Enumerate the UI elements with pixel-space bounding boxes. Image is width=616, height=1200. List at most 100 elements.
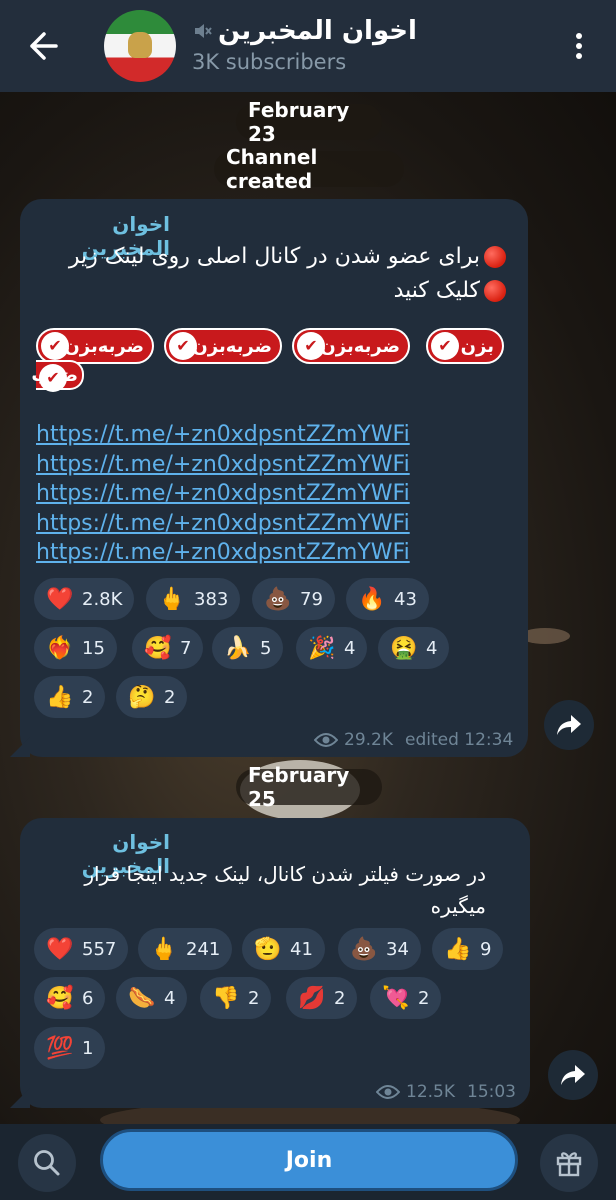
share-button[interactable] bbox=[544, 700, 594, 750]
poop-icon: 💩 bbox=[264, 586, 292, 612]
message-text-line: برای عضو شدن در کانال اصلی روی لینک زیر bbox=[68, 244, 480, 269]
hot-dog-icon: 🌭 bbox=[128, 985, 156, 1011]
channel-title: اخوان المخبرین bbox=[218, 16, 417, 46]
share-button[interactable] bbox=[548, 1050, 598, 1100]
heart-on-fire-icon: ❤️‍🔥 bbox=[46, 635, 74, 661]
smiling-hearts-icon: 🥰 bbox=[46, 985, 74, 1011]
search-button[interactable] bbox=[18, 1134, 76, 1192]
banana-icon: 🍌 bbox=[224, 635, 252, 661]
reaction-chip[interactable]: 👍 9 bbox=[432, 928, 504, 970]
reaction-count: 9 bbox=[480, 938, 492, 960]
link-list: https://t.me/+zn0xdpsntZZmYWFi https://t… bbox=[36, 420, 410, 568]
badge-label: ضربه‌بزن bbox=[64, 335, 144, 357]
badge-label: ضربه‌بزن bbox=[320, 335, 400, 357]
more-menu-button[interactable] bbox=[564, 28, 594, 64]
channel-avatar[interactable] bbox=[104, 10, 176, 82]
party-popper-icon: 🎉 bbox=[308, 635, 336, 661]
reaction-chip[interactable]: ❤️ 2.8K bbox=[34, 578, 135, 620]
reaction-chip[interactable]: 🍌 5 bbox=[212, 627, 284, 669]
custom-emoji-badge: ضربه‌بزن bbox=[164, 328, 282, 364]
reaction-count: 2 bbox=[82, 686, 94, 708]
chat-header: اخوان المخبرین 3K subscribers bbox=[0, 0, 616, 92]
reaction-count: 2 bbox=[248, 987, 260, 1009]
invite-link[interactable]: https://t.me/+zn0xdpsntZZmYWFi bbox=[36, 420, 410, 450]
heart-icon: ❤️ bbox=[46, 936, 74, 962]
reaction-count: 79 bbox=[300, 588, 323, 610]
thumbs-up-icon: 👍 bbox=[46, 684, 74, 710]
invite-link[interactable]: https://t.me/+zn0xdpsntZZmYWFi bbox=[36, 538, 410, 568]
back-button[interactable] bbox=[22, 28, 66, 64]
join-channel-button[interactable]: Join bbox=[100, 1129, 518, 1191]
fire-icon: 🔥 bbox=[358, 586, 386, 612]
message-time: edited 12:34 bbox=[405, 730, 514, 750]
arrow-left-icon bbox=[30, 32, 58, 60]
reaction-chip[interactable]: 💋 2 bbox=[286, 977, 358, 1019]
message-text: برای عضو شدن در کانال اصلی روی لینک زیر … bbox=[36, 240, 510, 308]
eye-icon bbox=[376, 1085, 400, 1099]
reaction-chip[interactable]: 💯 1 bbox=[34, 1027, 106, 1069]
custom-emoji-badge: ضربه‌بزن bbox=[292, 328, 410, 364]
vertical-dots-icon bbox=[576, 33, 582, 59]
badge-label: ضربه‌بزن bbox=[192, 335, 272, 357]
heart-icon: ❤️ bbox=[46, 586, 74, 612]
reaction-chip[interactable]: 🤮 4 bbox=[378, 627, 450, 669]
reaction-chip[interactable]: 🖕 241 bbox=[138, 928, 233, 970]
view-count: 29.2K bbox=[344, 730, 393, 750]
reaction-chip[interactable]: 👍 2 bbox=[34, 676, 106, 718]
reaction-count: 2 bbox=[334, 987, 346, 1009]
date-separator: February 23 bbox=[236, 98, 382, 146]
bottom-action-bar: Join bbox=[0, 1124, 616, 1200]
reaction-count: 41 bbox=[290, 938, 313, 960]
smiling-hearts-icon: 🥰 bbox=[144, 635, 172, 661]
reaction-count: 2.8K bbox=[82, 588, 123, 610]
message-text-line: کلیک کنید bbox=[393, 278, 480, 303]
kiss-mark-icon: 💋 bbox=[298, 985, 326, 1011]
red-circle-icon bbox=[484, 280, 506, 302]
reaction-chip[interactable]: 🔥 43 bbox=[346, 578, 429, 620]
message-text-line: در صورت فیلتر شدن کانال، لینک جدید اینجا… bbox=[84, 862, 486, 886]
thumbs-down-icon: 👎 bbox=[212, 985, 240, 1011]
custom-emoji-badge: ضربه‌بزن bbox=[36, 328, 154, 364]
invite-link[interactable]: https://t.me/+zn0xdpsntZZmYWFi bbox=[36, 479, 410, 509]
reaction-chip[interactable]: 👎 2 bbox=[200, 977, 272, 1019]
middle-finger-icon: 🖕 bbox=[158, 586, 186, 612]
reaction-chip[interactable]: 🎉 4 bbox=[296, 627, 368, 669]
reaction-chip[interactable]: 💩 34 bbox=[338, 928, 421, 970]
view-count: 12.5K bbox=[406, 1082, 455, 1102]
muted-speaker-icon bbox=[192, 21, 212, 41]
forward-arrow-icon bbox=[561, 1065, 585, 1085]
red-circle-icon bbox=[484, 246, 506, 268]
heart-arrow-icon: 💘 bbox=[382, 985, 410, 1011]
message-meta: 29.2K edited 12:34 bbox=[314, 730, 513, 750]
reaction-chip[interactable]: 🥰 6 bbox=[34, 977, 106, 1019]
reaction-chip[interactable]: 💘 2 bbox=[370, 977, 442, 1019]
gift-button[interactable] bbox=[540, 1134, 598, 1192]
invite-link[interactable]: https://t.me/+zn0xdpsntZZmYWFi bbox=[36, 509, 410, 539]
reaction-chip[interactable]: ❤️ 557 bbox=[34, 928, 129, 970]
reaction-count: 4 bbox=[426, 637, 438, 659]
reaction-chip[interactable]: 🌭 4 bbox=[116, 977, 188, 1019]
reaction-chip[interactable]: 🫡 41 bbox=[242, 928, 325, 970]
service-message-channel-created: Channel created bbox=[214, 145, 404, 193]
subscriber-count: 3K subscribers bbox=[192, 50, 347, 74]
reaction-chip[interactable]: 🤔 2 bbox=[116, 676, 188, 718]
search-icon bbox=[34, 1150, 60, 1176]
custom-emoji-badge-fragment: ضرب bbox=[31, 360, 84, 392]
invite-link[interactable]: https://t.me/+zn0xdpsntZZmYWFi bbox=[36, 450, 410, 480]
badge-label: ضرب bbox=[31, 364, 78, 386]
reaction-count: 15 bbox=[82, 637, 105, 659]
gift-icon bbox=[556, 1152, 582, 1177]
poop-icon: 💩 bbox=[350, 936, 378, 962]
reaction-chip[interactable]: ❤️‍🔥 15 bbox=[34, 627, 117, 669]
saluting-face-icon: 🫡 bbox=[254, 936, 282, 962]
channel-title-row[interactable]: اخوان المخبرین bbox=[192, 14, 417, 48]
reaction-count: 34 bbox=[386, 938, 409, 960]
reaction-count: 2 bbox=[418, 987, 430, 1009]
reaction-count: 1 bbox=[82, 1037, 94, 1059]
reaction-count: 557 bbox=[82, 938, 117, 960]
message-text-line: میگیره bbox=[430, 894, 486, 918]
reaction-chip[interactable]: 🖕 383 bbox=[146, 578, 241, 620]
reaction-chip[interactable]: 🥰 7 bbox=[132, 627, 204, 669]
reaction-chip[interactable]: 💩 79 bbox=[252, 578, 335, 620]
reaction-count: 43 bbox=[394, 588, 417, 610]
